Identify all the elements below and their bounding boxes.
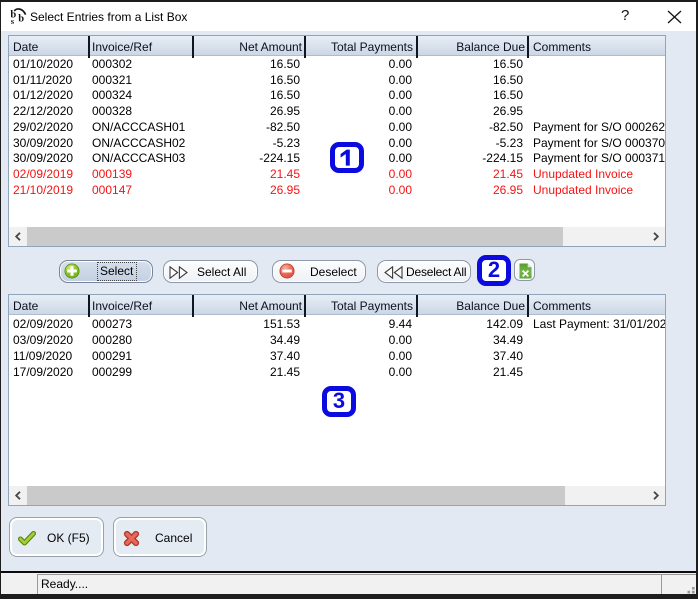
svg-text:b: b: [18, 14, 24, 25]
